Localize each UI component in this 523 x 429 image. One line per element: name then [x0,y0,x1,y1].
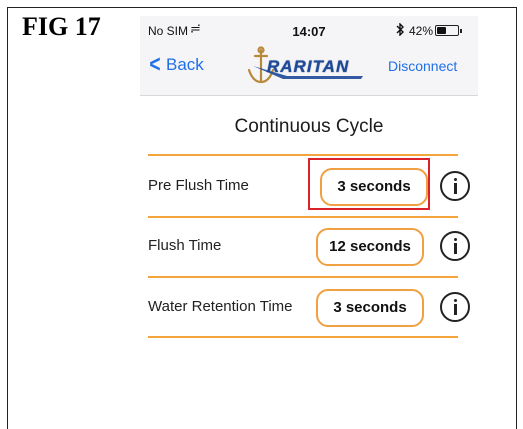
divider [148,276,458,278]
setting-label: Water Retention Time [148,298,293,315]
navigation-bar: No SIM ≓ 14:07 42% < Back RARITAN Discon… [140,16,478,96]
phone-screen: No SIM ≓ 14:07 42% < Back RARITAN Discon… [140,16,478,429]
highlight-box [308,158,430,210]
flush-time-value-button[interactable]: 12 seconds [316,228,424,266]
setting-row-flush: Flush Time 12 seconds [148,218,470,276]
page-title: Continuous Cycle [234,116,384,137]
setting-row-water-retention: Water Retention Time 3 seconds [148,279,470,337]
battery-icon [435,25,462,36]
raritan-logo: RARITAN [243,46,375,86]
back-button-label: Back [166,55,204,74]
setting-label: Pre Flush Time [148,177,249,194]
setting-label: Flush Time [148,237,222,254]
disconnect-button[interactable]: Disconnect [388,58,457,74]
divider [148,336,458,338]
info-icon[interactable] [440,171,470,201]
bluetooth-icon [396,22,405,39]
chevron-left-icon: < [149,51,161,78]
status-bar: No SIM ≓ 14:07 42% [140,21,478,40]
water-retention-time-value-button[interactable]: 3 seconds [316,289,424,327]
battery-percent: 42% [409,24,434,38]
info-icon[interactable] [440,292,470,322]
logo-text: RARITAN [267,57,350,76]
info-icon[interactable] [440,231,470,261]
divider [148,154,458,156]
figure-label: FIG 17 [22,12,101,41]
back-button[interactable]: < Back [148,51,204,78]
